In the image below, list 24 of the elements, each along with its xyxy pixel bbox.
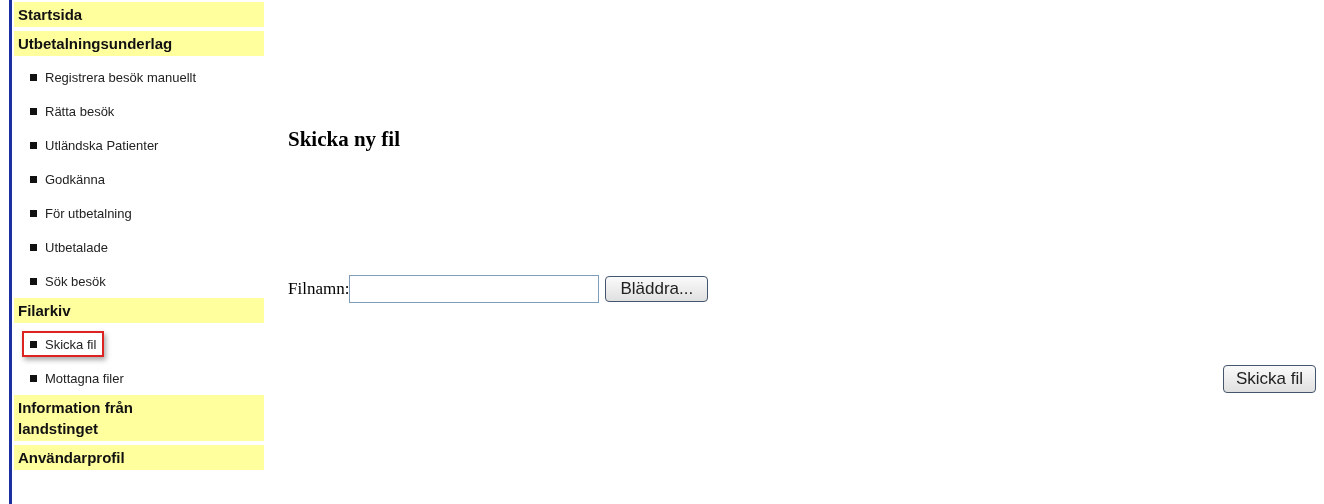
nav-item[interactable]: Registrera besök manuellt	[22, 64, 205, 90]
nav-item[interactable]: Sök besök	[22, 268, 114, 294]
nav-section-label: Startsida	[18, 5, 84, 25]
nav-item[interactable]: Utbetalade	[22, 234, 116, 260]
nav-section[interactable]: Startsida	[14, 2, 264, 27]
nav-section[interactable]: Användarprofil	[14, 445, 264, 470]
nav-item[interactable]: Godkänna	[22, 166, 113, 192]
nav-item[interactable]: Utländska Patienter	[22, 132, 167, 158]
nav-section-label: Information från landstinget	[18, 398, 134, 439]
nav-section-label: Användarprofil	[18, 448, 126, 468]
nav-item[interactable]: Skicka fil	[22, 331, 105, 357]
browse-button[interactable]: Bläddra...	[605, 276, 709, 302]
nav-item[interactable]: Mottagna filer	[22, 365, 132, 391]
nav-item[interactable]: För utbetalning	[22, 200, 140, 226]
page-heading: Skicka ny fil	[288, 127, 402, 152]
nav-section[interactable]: Information från landstinget	[14, 395, 264, 441]
nav-section[interactable]: Filarkiv	[14, 298, 264, 323]
file-name-field[interactable]	[349, 275, 600, 303]
nav-section-label: Utbetalningsunderlag	[18, 34, 174, 54]
file-label: Filnamn:	[288, 279, 350, 299]
nav-section[interactable]: Utbetalningsunderlag	[14, 31, 264, 56]
send-file-button[interactable]: Skicka fil	[1222, 365, 1316, 393]
nav-item[interactable]: Rätta besök	[22, 98, 123, 124]
nav-section-label: Filarkiv	[18, 301, 72, 321]
